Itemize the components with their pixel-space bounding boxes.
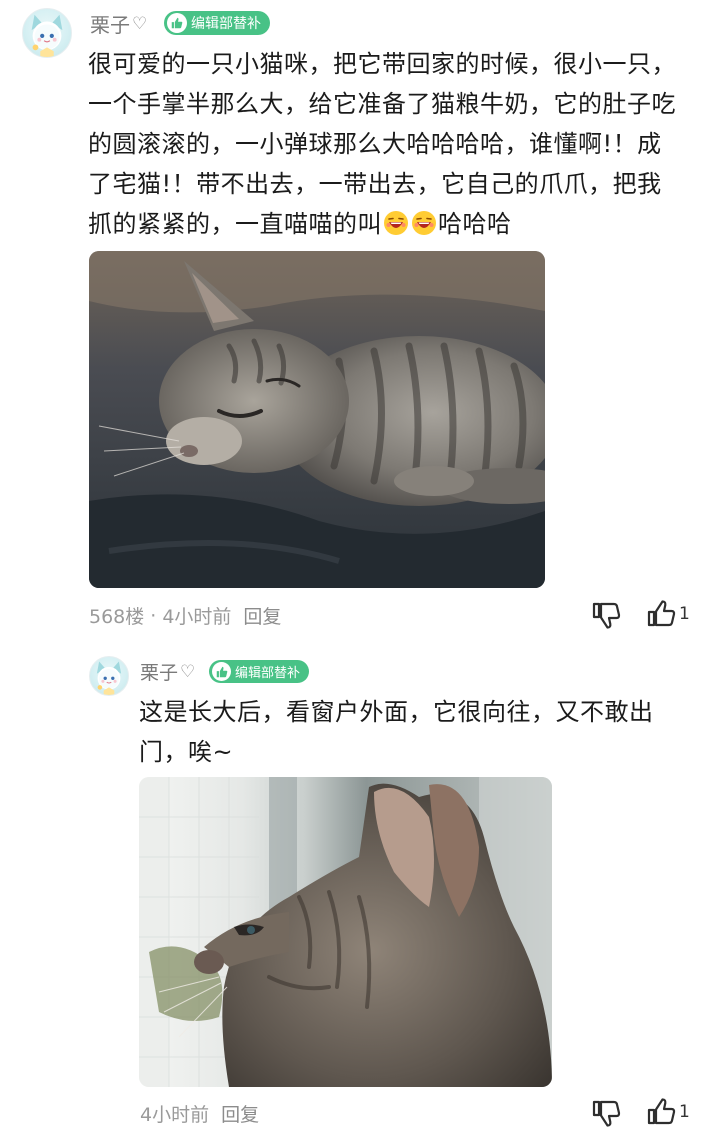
like-count: 1 [679, 604, 690, 624]
sleeping-kitten-photo[interactable] [89, 251, 545, 588]
kitten-at-window-photo[interactable] [139, 777, 552, 1087]
thumbs-down-icon [592, 602, 621, 629]
comment-text-main: 很可爱的一只小猫咪，把它带回家的时候，很小一只，一个手掌半那么大，给它准备了猫粮… [88, 50, 676, 238]
laughing-emoji-icon [412, 211, 436, 235]
comment-text-tail: 哈哈哈 [438, 210, 512, 238]
reply-dislike-button[interactable] [590, 1098, 622, 1128]
laughing-emoji-icon [384, 211, 408, 235]
reply-username-text[interactable]: 栗子 [140, 658, 178, 685]
reply-like-count: 1 [679, 1102, 690, 1122]
thumbs-up-icon [647, 600, 676, 627]
reply-user-badge: 编辑部替补 [209, 660, 310, 683]
avatar-illustration [31, 14, 63, 57]
floor-number: 568楼 [89, 606, 145, 628]
kitten-window-photo-illustration [139, 777, 552, 1087]
thumbs-up-icon [647, 1098, 676, 1125]
reply-text: 这是长大后，看窗户外面，它很向往，又不敢出门，唉~ [139, 698, 654, 766]
user-avatar[interactable] [22, 8, 72, 58]
username[interactable]: 栗子 ♡ [90, 9, 147, 38]
badge-label: 编辑部替补 [191, 16, 261, 32]
heart-icon: ♡ [180, 661, 196, 682]
thumbs-down-icon [592, 1100, 621, 1127]
avatar-illustration [96, 661, 122, 695]
reply-like-button[interactable]: 1 [645, 1097, 690, 1127]
dislike-button[interactable] [590, 600, 622, 630]
reply-username[interactable]: 栗子 ♡ [140, 658, 195, 685]
reply-meta: 4小时前 回复 [140, 1100, 259, 1127]
reply-button[interactable]: 回复 [243, 602, 281, 629]
thumbs-up-badge-icon [212, 662, 231, 681]
reply-user-avatar[interactable] [89, 656, 129, 696]
username-text[interactable]: 栗子 [90, 9, 130, 38]
user-badge: 编辑部替补 [164, 11, 270, 35]
reply-post-time: 4小时前 [140, 1104, 210, 1126]
thumbs-up-badge-icon [167, 13, 187, 33]
reply-reply-button[interactable]: 回复 [221, 1100, 259, 1127]
post-time: 4小时前 [162, 606, 232, 628]
comment-meta: 568楼 · 4小时前 回复 [89, 602, 281, 629]
heart-icon: ♡ [132, 13, 148, 34]
kitten-photo-illustration [89, 251, 545, 588]
like-button[interactable]: 1 [645, 599, 690, 629]
comment-text: 很可爱的一只小猫咪，把它带回家的时候，很小一只，一个手掌半那么大，给它准备了猫粮… [88, 44, 686, 244]
meta-separator: · [150, 604, 157, 627]
badge-label: 编辑部替补 [235, 666, 301, 681]
